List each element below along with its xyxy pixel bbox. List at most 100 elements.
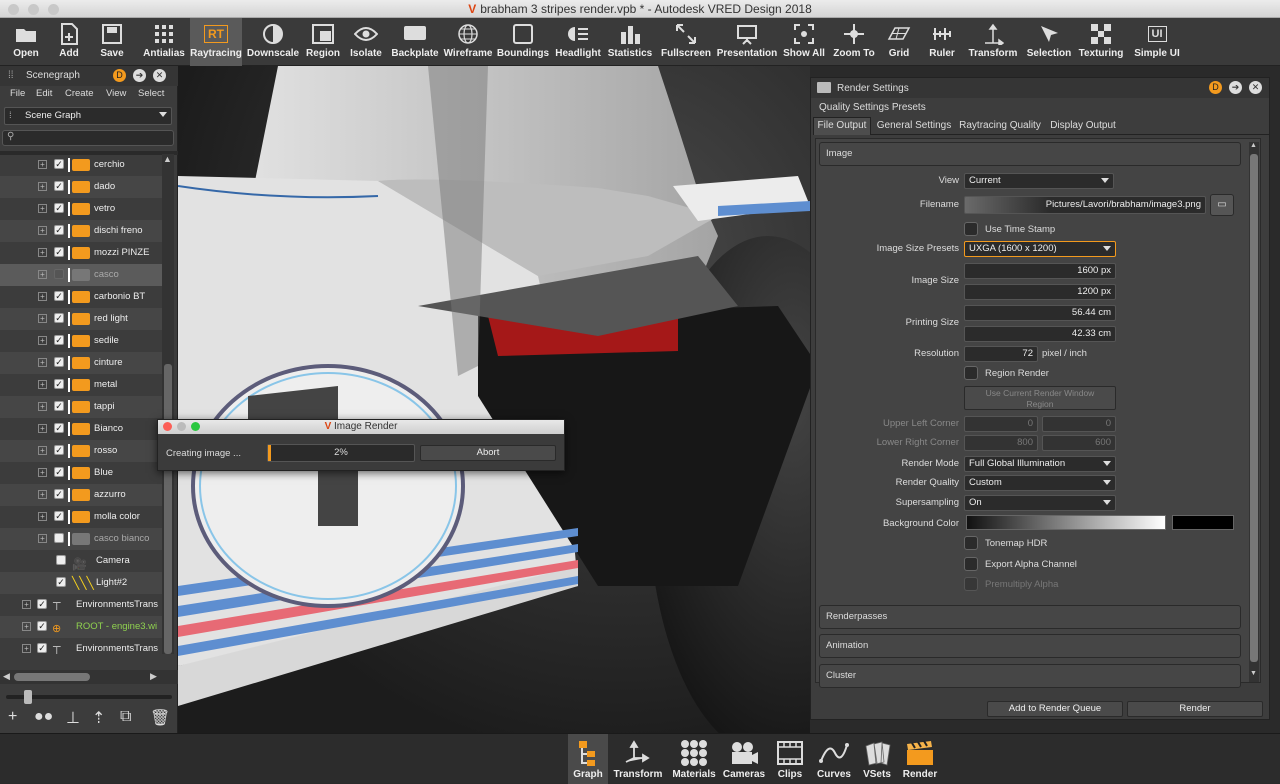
menu-view[interactable]: View bbox=[106, 88, 126, 99]
expand-toggle[interactable]: + bbox=[38, 270, 47, 279]
print-height-input[interactable]: 42.33 cm bbox=[964, 326, 1116, 342]
expand-toggle[interactable]: + bbox=[38, 314, 47, 323]
tree-vertical-scrollbar[interactable]: ▲ bbox=[162, 154, 174, 654]
toolbar-wireframe-button[interactable]: Wireframe bbox=[442, 18, 494, 66]
scenegraph-row[interactable]: + ✓ metal bbox=[0, 374, 162, 396]
dock-curves-button[interactable]: Curves bbox=[814, 734, 854, 784]
expand-toggle[interactable]: + bbox=[38, 160, 47, 169]
export-alpha-checkbox[interactable] bbox=[964, 557, 978, 571]
render-quality-dropdown[interactable]: Custom bbox=[964, 475, 1116, 491]
toolbar-region-button[interactable]: Region bbox=[304, 18, 342, 66]
scenegraph-row[interactable]: + ✓ dischi freno bbox=[0, 220, 162, 242]
dock-toggle-icon[interactable]: D bbox=[1209, 81, 1222, 94]
expand-toggle[interactable]: + bbox=[38, 204, 47, 213]
background-color-swatch[interactable] bbox=[1172, 515, 1234, 530]
section-renderpasses-header[interactable]: Renderpasses bbox=[819, 605, 1241, 629]
scenegraph-row[interactable]: + ✓ ⊤ EnvironmentsTrans bbox=[0, 638, 162, 660]
tree-horizontal-scrollbar[interactable]: ◀ ▶ bbox=[0, 670, 178, 684]
expand-toggle[interactable]: + bbox=[38, 490, 47, 499]
expand-toggle[interactable]: + bbox=[38, 380, 47, 389]
quality-presets-menu[interactable]: Quality Settings Presets bbox=[819, 102, 926, 113]
menu-file[interactable]: File bbox=[10, 88, 25, 99]
toolbar-statistics-button[interactable]: Statistics bbox=[606, 18, 654, 66]
expand-toggle[interactable]: + bbox=[38, 402, 47, 411]
dock-graph-button[interactable]: Graph bbox=[568, 734, 608, 784]
zoom-slider[interactable] bbox=[6, 690, 172, 704]
ulc-x-input[interactable]: 0 bbox=[964, 416, 1038, 432]
hierarchy-icon[interactable]: ⊥ bbox=[66, 708, 80, 728]
toolbar-open-button[interactable]: Open bbox=[4, 18, 48, 66]
scroll-up-arrow-icon[interactable]: ▲ bbox=[163, 154, 172, 164]
expand-toggle[interactable]: + bbox=[38, 512, 47, 521]
visibility-checkbox[interactable]: ✓ bbox=[37, 643, 47, 653]
toolbar-raytracing-button[interactable]: RT Raytracing bbox=[190, 18, 242, 66]
dock-toggle-icon[interactable]: D bbox=[113, 69, 126, 82]
toolbar-isolate-button[interactable]: Isolate bbox=[346, 18, 386, 66]
settings-scroll-thumb[interactable] bbox=[1250, 154, 1258, 662]
minimize-window-button[interactable] bbox=[28, 4, 39, 15]
scenegraph-row[interactable]: + ✓ azzurro bbox=[0, 484, 162, 506]
expand-toggle[interactable]: + bbox=[38, 534, 47, 543]
lrc-x-input[interactable]: 800 bbox=[964, 435, 1038, 451]
dialog-zoom-button[interactable] bbox=[191, 422, 200, 431]
visibility-checkbox[interactable]: ✓ bbox=[37, 621, 47, 631]
close-panel-icon[interactable]: ✕ bbox=[1249, 81, 1262, 94]
dialog-minimize-button[interactable] bbox=[177, 422, 186, 431]
scenegraph-row[interactable]: 🎥 Camera bbox=[0, 550, 162, 572]
dock-materials-button[interactable]: Materials bbox=[668, 734, 720, 784]
scroll-thumb[interactable] bbox=[164, 364, 172, 654]
scenegraph-row[interactable]: + ✓ dado bbox=[0, 176, 162, 198]
hscroll-thumb[interactable] bbox=[14, 673, 90, 681]
image-height-input[interactable]: 1200 px bbox=[964, 284, 1116, 300]
render-button[interactable]: Render bbox=[1127, 701, 1263, 717]
view-dropdown[interactable]: Current bbox=[964, 173, 1114, 189]
visibility-checkbox[interactable]: ✓ bbox=[54, 225, 64, 235]
visibility-checkbox[interactable]: ✓ bbox=[54, 247, 64, 257]
expand-toggle[interactable]: + bbox=[38, 292, 47, 301]
tab-general-settings[interactable]: General Settings bbox=[875, 119, 953, 135]
menu-select[interactable]: Select bbox=[138, 88, 164, 99]
dock-vsets-button[interactable]: VSets bbox=[858, 734, 896, 784]
visibility-checkbox[interactable]: ✓ bbox=[54, 313, 64, 323]
toolbar-add-button[interactable]: Add bbox=[50, 18, 88, 66]
scenegraph-row[interactable]: + casco bianco bbox=[0, 528, 162, 550]
visibility-checkbox[interactable]: ✓ bbox=[54, 357, 64, 367]
tab-raytracing-quality[interactable]: Raytracing Quality bbox=[957, 119, 1043, 135]
section-animation-header[interactable]: Animation bbox=[819, 634, 1241, 658]
toolbar-grid-button[interactable]: Grid bbox=[880, 18, 918, 66]
toolbar-simple-ui-button[interactable]: UI Simple UI bbox=[1130, 18, 1184, 66]
visibility-checkbox[interactable]: ✓ bbox=[56, 577, 66, 587]
visibility-checkbox[interactable]: ✓ bbox=[37, 599, 47, 609]
toolbar-transform-button[interactable]: Transform bbox=[964, 18, 1022, 66]
use-time-stamp-checkbox[interactable] bbox=[964, 222, 978, 236]
scenegraph-row[interactable]: + ✓ ⊤ EnvironmentsTrans bbox=[0, 594, 162, 616]
expand-toggle[interactable]: + bbox=[38, 226, 47, 235]
dialog-close-button[interactable] bbox=[163, 422, 172, 431]
dock-transform-button[interactable]: Transform bbox=[612, 734, 664, 784]
dock-render-button[interactable]: Render bbox=[900, 734, 940, 784]
section-image-header[interactable]: Image bbox=[819, 142, 1241, 166]
scenegraph-row[interactable]: + ✓ Bianco bbox=[0, 418, 162, 440]
expand-toggle[interactable]: + bbox=[38, 248, 47, 257]
visibility-checkbox[interactable]: ✓ bbox=[54, 379, 64, 389]
zoom-window-button[interactable] bbox=[48, 4, 59, 15]
slider-handle[interactable] bbox=[24, 690, 32, 704]
dock-cameras-button[interactable]: Cameras bbox=[722, 734, 766, 784]
render-mode-dropdown[interactable]: Full Global Illumination bbox=[964, 456, 1116, 472]
expand-toggle[interactable]: + bbox=[38, 446, 47, 455]
toolbar-presentation-button[interactable]: Presentation bbox=[716, 18, 778, 66]
toolbar-ruler-button[interactable]: Ruler bbox=[922, 18, 962, 66]
expand-toggle[interactable]: + bbox=[38, 358, 47, 367]
dock-clips-button[interactable]: Clips bbox=[770, 734, 810, 784]
trash-icon[interactable]: 🗑 bbox=[150, 708, 170, 728]
menu-create[interactable]: Create bbox=[65, 88, 94, 99]
settings-scrollbar[interactable]: ▲ ▼ bbox=[1249, 142, 1259, 682]
image-size-presets-dropdown[interactable]: UXGA (1600 x 1200) bbox=[964, 241, 1116, 257]
print-width-input[interactable]: 56.44 cm bbox=[964, 305, 1116, 321]
expand-toggle[interactable]: + bbox=[38, 424, 47, 433]
toolbar-downscale-button[interactable]: Downscale bbox=[246, 18, 300, 66]
visibility-checkbox[interactable]: ✓ bbox=[54, 159, 64, 169]
visibility-checkbox[interactable] bbox=[56, 555, 66, 565]
scenegraph-row[interactable]: + ✓ cinture bbox=[0, 352, 162, 374]
toolbar-backplate-button[interactable]: Backplate bbox=[390, 18, 440, 66]
